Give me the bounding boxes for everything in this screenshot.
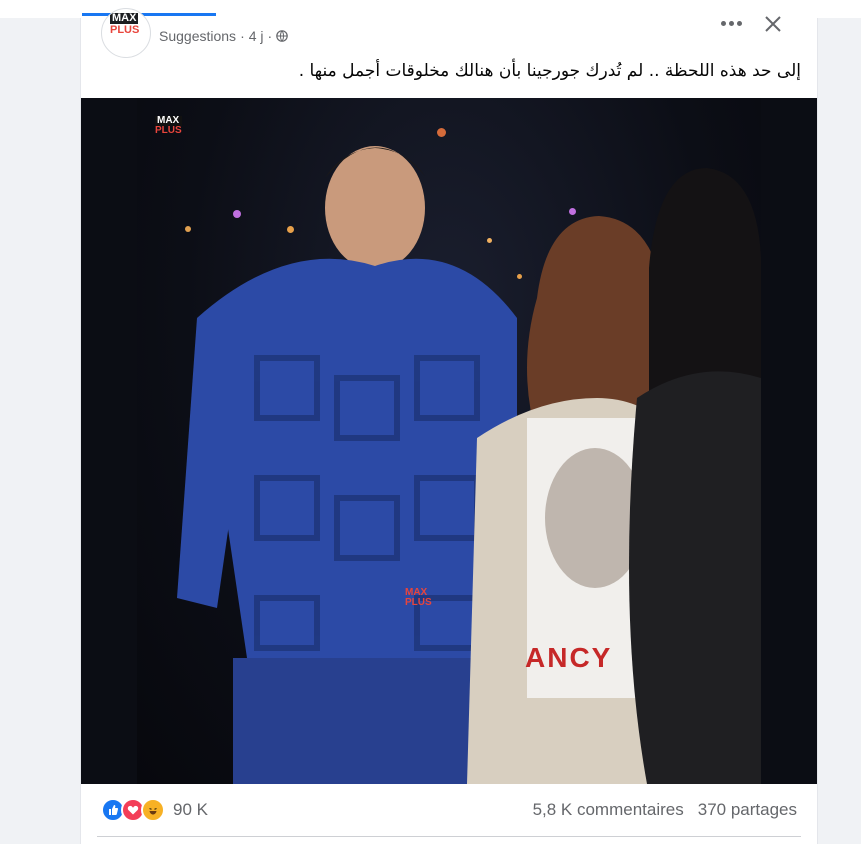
watermark-center: MAX PLUS bbox=[405, 588, 432, 608]
engagement-counts: 5,8 K commentaires 370 partages bbox=[533, 800, 797, 820]
meta-separator-2: · bbox=[267, 28, 273, 44]
watermark-center-plus: PLUS bbox=[405, 597, 432, 608]
shirt-text: ANCY bbox=[525, 642, 613, 673]
close-icon[interactable] bbox=[761, 12, 785, 36]
avatar-logo-max: MAX bbox=[110, 12, 139, 24]
photo-scene: MAX PLUS MAX PLUS ANCY bbox=[137, 98, 761, 784]
avatar[interactable]: MAX PLUS bbox=[101, 8, 151, 58]
haha-icon bbox=[141, 798, 165, 822]
post-meta: Suggestions · 4 j · bbox=[159, 26, 289, 46]
more-options-button[interactable] bbox=[715, 18, 747, 28]
avatar-logo-plus: PLUS bbox=[110, 24, 140, 36]
post-stats: 90 K 5,8 K commentaires 370 partages bbox=[81, 788, 817, 832]
watermark-top-plus: PLUS bbox=[155, 125, 182, 136]
watermark-top: MAX PLUS bbox=[155, 116, 182, 136]
suggestions-label[interactable]: Suggestions bbox=[159, 28, 236, 44]
actions-divider bbox=[97, 836, 801, 837]
reactions-count[interactable]: 90 K bbox=[173, 800, 208, 820]
globe-icon bbox=[276, 30, 289, 42]
people-illustration bbox=[177, 146, 761, 784]
meta-separator: · bbox=[240, 28, 245, 44]
active-tab-indicator bbox=[82, 13, 216, 16]
post-text: إلى حد هذه اللحظة .. لم تُدرك جورجينا بأ… bbox=[298, 61, 801, 81]
reactions-summary[interactable]: 90 K bbox=[101, 798, 208, 822]
more-horizontal-icon bbox=[720, 20, 726, 26]
post-card: MAX PLUS Suggestions · 4 j · إلى حد هذه … bbox=[80, 8, 818, 844]
shares-count[interactable]: 370 partages bbox=[698, 800, 797, 820]
comments-count[interactable]: 5,8 K commentaires bbox=[533, 800, 684, 820]
post-photo[interactable]: MAX PLUS MAX PLUS ANCY bbox=[81, 98, 817, 784]
post-timestamp[interactable]: 4 j bbox=[249, 28, 264, 44]
